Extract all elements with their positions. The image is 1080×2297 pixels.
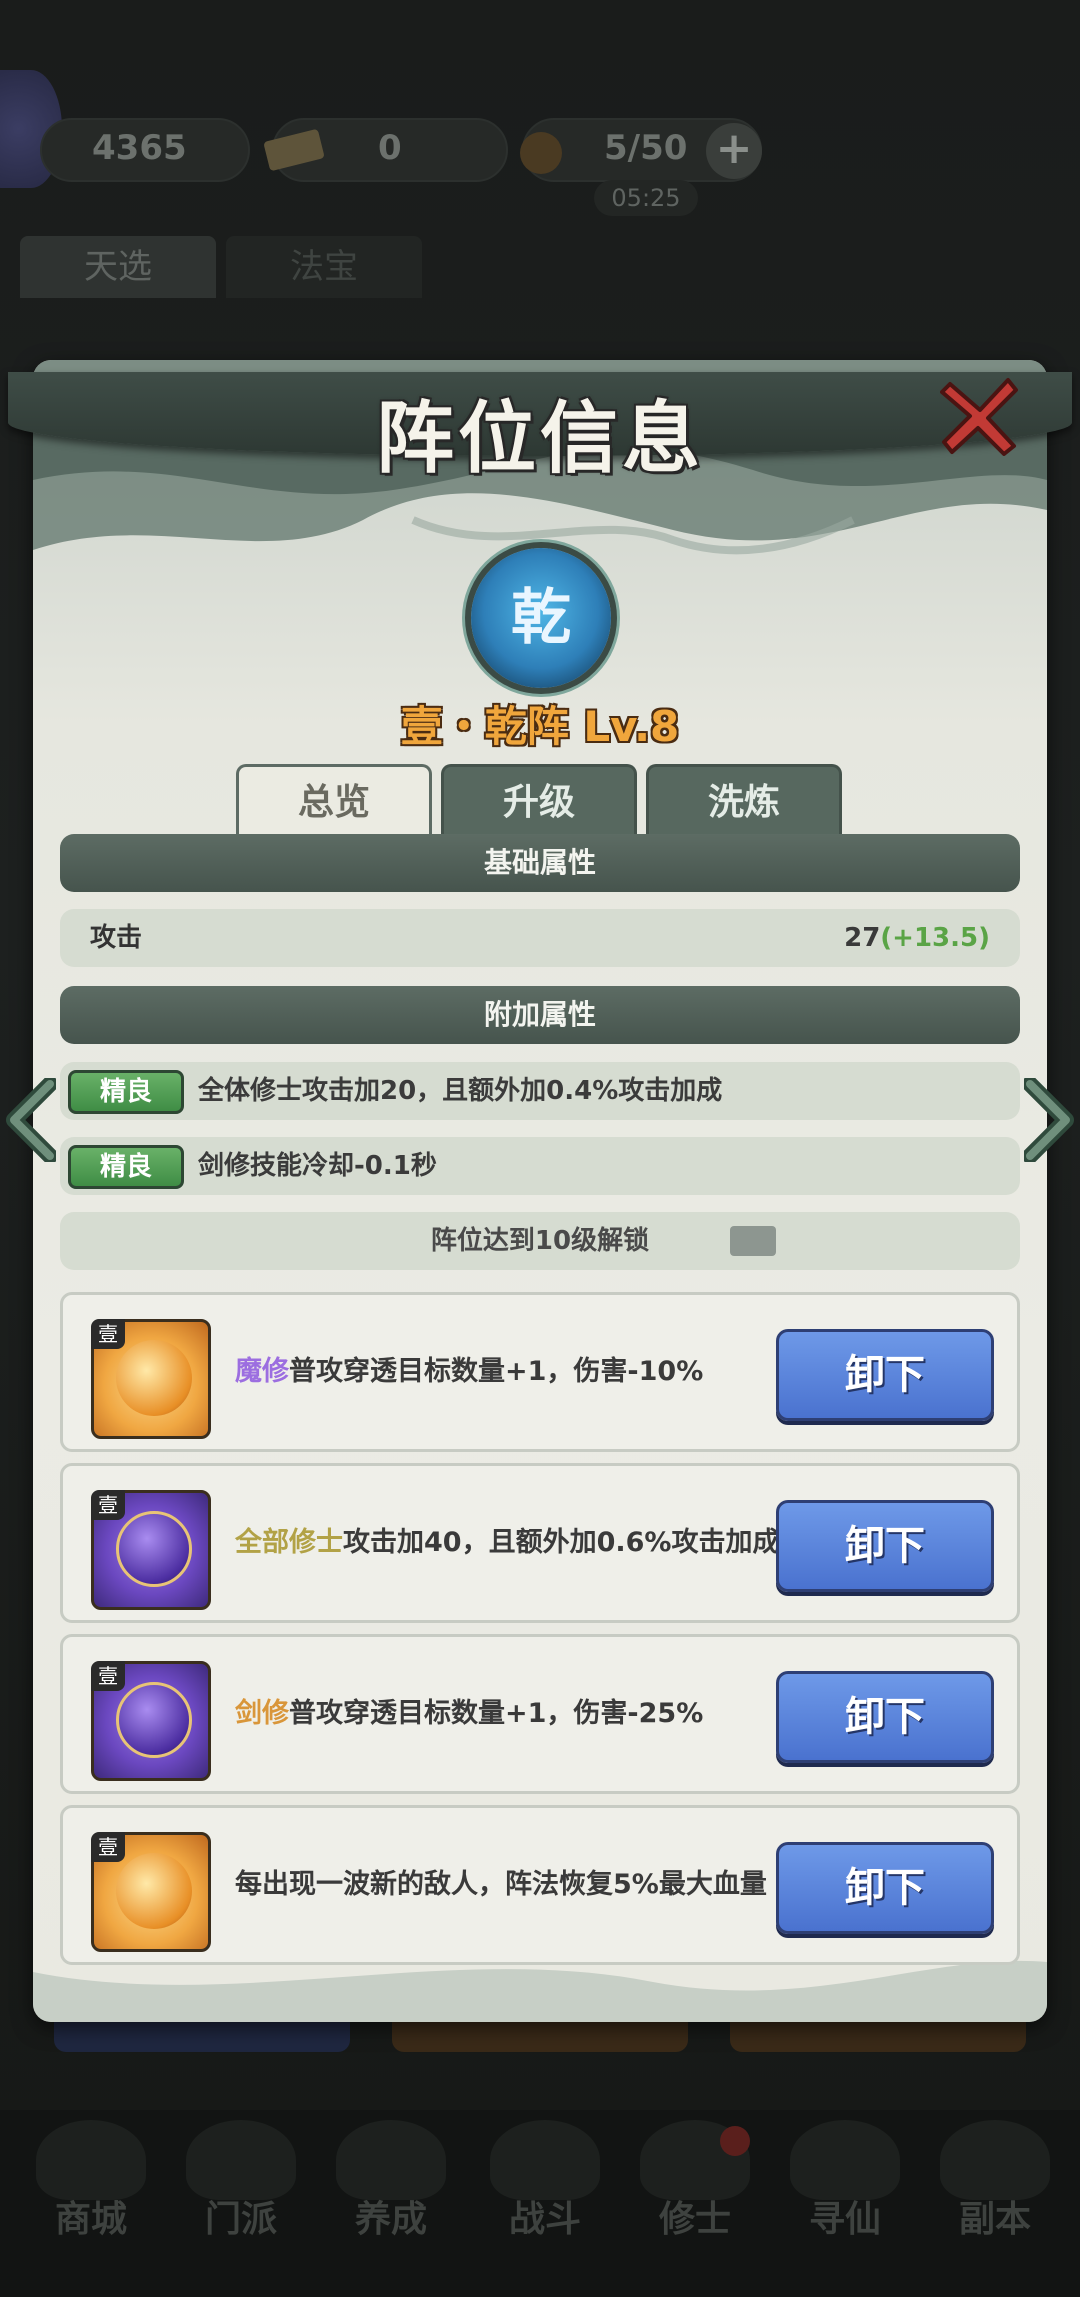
bg-button-3 bbox=[730, 2020, 1026, 2052]
lock-icon bbox=[730, 1226, 776, 1256]
nav-figure-train bbox=[336, 2120, 446, 2200]
nav-figure-dungeon bbox=[940, 2120, 1050, 2200]
notification-dot bbox=[720, 2126, 750, 2156]
attack-base-value: 27 bbox=[844, 923, 881, 953]
close-icon[interactable] bbox=[940, 376, 1020, 456]
bg-tab-tianxuan[interactable]: 天选 bbox=[20, 236, 216, 298]
card-description: 魔修普攻穿透目标数量+1，伤害-10% bbox=[235, 1295, 815, 1449]
tab-upgrade[interactable]: 升级 bbox=[441, 764, 637, 834]
unload-button[interactable]: 卸下 bbox=[776, 1500, 994, 1592]
card-highlight: 剑修 bbox=[235, 1698, 289, 1729]
nav-sect[interactable]: 门派 bbox=[186, 2190, 296, 2242]
purple-orb-icon: 壹 bbox=[91, 1490, 211, 1610]
nav-shop[interactable]: 商城 bbox=[36, 2190, 146, 2242]
quality-badge: 精良 bbox=[68, 1145, 184, 1189]
extra-attribute-row: 精良 剑修技能冷却-0.1秒 bbox=[60, 1137, 1020, 1195]
formation-emblem-icon: 乾 bbox=[471, 548, 611, 688]
nav-battle[interactable]: 战斗 bbox=[490, 2190, 600, 2242]
formation-card: 壹 全部修士攻击加40，且额外加0.6%攻击加成 卸下 bbox=[60, 1463, 1020, 1623]
gold-orb-icon: 壹 bbox=[91, 1832, 211, 1952]
nav-figure-battle bbox=[490, 2120, 600, 2200]
nav-dungeon[interactable]: 副本 bbox=[940, 2190, 1050, 2242]
panel-title: 阵位信息 bbox=[375, 393, 704, 484]
arrow-right-icon[interactable] bbox=[1024, 1078, 1076, 1162]
tier-label: 壹 bbox=[91, 1832, 125, 1862]
attack-bonus-value: (+13.5) bbox=[880, 923, 990, 953]
formation-card: 壹 每出现一波新的敌人，阵法恢复5%最大血量 卸下 bbox=[60, 1805, 1020, 1965]
tier-label: 壹 bbox=[91, 1661, 125, 1691]
nav-figure-shop bbox=[36, 2120, 146, 2200]
extra-attribute-text: 全体修士攻击加20，且额外加0.4%攻击加成 bbox=[198, 1076, 723, 1106]
energy-timer: 05:25 bbox=[594, 180, 698, 216]
tier-label: 壹 bbox=[91, 1319, 125, 1349]
orb-visual bbox=[116, 1340, 192, 1416]
card-highlight: 魔修 bbox=[235, 1356, 289, 1387]
orb-visual bbox=[116, 1682, 192, 1758]
bg-button-1 bbox=[54, 2020, 350, 2052]
orb-visual bbox=[116, 1511, 192, 1587]
unload-button[interactable]: 卸下 bbox=[776, 1671, 994, 1763]
arrow-left-icon[interactable] bbox=[4, 1078, 56, 1162]
card-highlight: 全部修士 bbox=[235, 1527, 343, 1558]
card-description: 每出现一波新的敌人，阵法恢复5%最大血量 bbox=[235, 1808, 815, 1962]
nav-seek[interactable]: 寻仙 bbox=[790, 2190, 900, 2242]
bomb-icon bbox=[520, 132, 562, 174]
bg-tab-fabao[interactable]: 法宝 bbox=[226, 236, 422, 298]
locked-slot-row: 阵位达到10级解锁 bbox=[60, 1212, 1020, 1270]
card-description: 剑修普攻穿透目标数量+1，伤害-25% bbox=[235, 1637, 815, 1791]
card-text: 普攻穿透目标数量+1，伤害-25% bbox=[289, 1698, 704, 1729]
extra-attributes-header: 附加属性 bbox=[60, 986, 1020, 1044]
ticket-count: 0 bbox=[378, 128, 402, 168]
nav-train[interactable]: 养成 bbox=[336, 2190, 446, 2242]
card-text: 每出现一波新的敌人，阵法恢复5%最大血量 bbox=[235, 1869, 767, 1900]
tab-refine[interactable]: 洗炼 bbox=[646, 764, 842, 834]
extra-attribute-row: 精良 全体修士攻击加20，且额外加0.4%攻击加成 bbox=[60, 1062, 1020, 1120]
attack-label: 攻击 bbox=[90, 923, 143, 953]
unload-button[interactable]: 卸下 bbox=[776, 1842, 994, 1934]
plus-icon[interactable]: + bbox=[706, 123, 762, 179]
nav-figure-sect bbox=[186, 2120, 296, 2200]
coin-count: 4365 bbox=[92, 128, 187, 168]
card-description: 全部修士攻击加40，且额外加0.6%攻击加成 bbox=[235, 1466, 815, 1620]
formation-card: 壹 魔修普攻穿透目标数量+1，伤害-10% 卸下 bbox=[60, 1292, 1020, 1452]
quality-badge: 精良 bbox=[68, 1070, 184, 1114]
purple-orb-icon: 壹 bbox=[91, 1661, 211, 1781]
base-attributes-header: 基础属性 bbox=[60, 834, 1020, 892]
extra-attribute-text: 剑修技能冷却-0.1秒 bbox=[198, 1151, 437, 1181]
lock-text: 阵位达到10级解锁 bbox=[430, 1226, 650, 1256]
orb-visual bbox=[116, 1853, 192, 1929]
formation-card: 壹 剑修普攻穿透目标数量+1，伤害-25% 卸下 bbox=[60, 1634, 1020, 1794]
attack-row: 攻击 27(+13.5) bbox=[60, 909, 1020, 967]
attack-value: 27(+13.5) bbox=[844, 909, 990, 967]
formation-name: 壹・乾阵 Lv.8 bbox=[400, 702, 680, 751]
tab-overview[interactable]: 总览 bbox=[236, 764, 432, 834]
card-text: 普攻穿透目标数量+1，伤害-10% bbox=[289, 1356, 704, 1387]
bg-button-2 bbox=[392, 2020, 688, 2052]
gold-orb-icon: 壹 bbox=[91, 1319, 211, 1439]
unload-button[interactable]: 卸下 bbox=[776, 1329, 994, 1421]
energy-count: 5/50 bbox=[604, 128, 688, 168]
nav-figure-seek bbox=[790, 2120, 900, 2200]
tier-label: 壹 bbox=[91, 1490, 125, 1520]
nav-cultivator[interactable]: 修士 bbox=[640, 2190, 750, 2242]
card-text: 攻击加40，且额外加0.6%攻击加成 bbox=[343, 1527, 780, 1558]
